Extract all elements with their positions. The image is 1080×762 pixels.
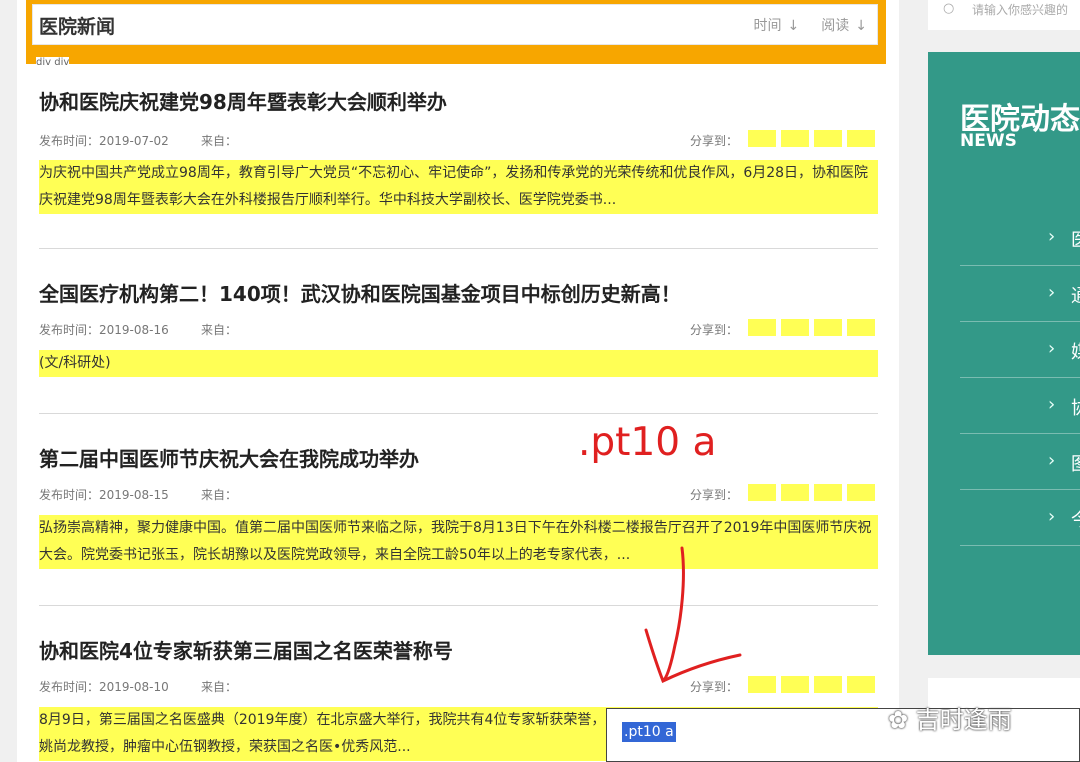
chevron-right-icon: › <box>1048 226 1056 247</box>
hospital-news-panel: 医院动态 NEWS ›医 ›通 ›媒 ›协 ›图 ›今 <box>928 52 1080 655</box>
panel-nav-label: 媒 <box>1071 338 1080 364</box>
panel-nav-item[interactable]: ›通 <box>960 266 1080 322</box>
chevron-right-icon: › <box>1048 282 1056 303</box>
chevron-right-icon: › <box>1048 450 1056 471</box>
panel-subtitle: NEWS <box>960 131 1017 151</box>
panel-nav-label: 协 <box>1071 394 1080 420</box>
annotation-arrow-icon <box>644 546 742 684</box>
search-icon: ○ <box>943 1 955 16</box>
chevron-right-icon: › <box>1048 506 1056 527</box>
chevron-right-icon: › <box>1048 338 1056 359</box>
search-box[interactable]: ○ 请输入你感兴趣的 <box>928 0 1080 30</box>
selected-selector-text: .pt10 a <box>622 722 676 742</box>
watermark-text: 吉时逢雨 <box>915 706 1012 734</box>
panel-nav-item[interactable]: ›今 <box>960 490 1080 546</box>
search-input[interactable]: 请输入你感兴趣的 <box>972 1 1068 18</box>
chevron-right-icon: › <box>1048 394 1056 415</box>
wechat-watermark: ✿ 吉时逢雨 <box>888 700 1012 735</box>
panel-nav-label: 图 <box>1071 450 1080 476</box>
panel-nav-label: 今 <box>1071 506 1080 532</box>
panel-nav-item[interactable]: ›媒 <box>960 322 1080 378</box>
panel-nav-item[interactable]: ›医 <box>960 210 1080 266</box>
wechat-icon: ✿ <box>888 706 909 734</box>
panel-nav-label: 通 <box>1071 282 1080 308</box>
panel-nav-label: 医 <box>1071 226 1080 252</box>
panel-nav-item[interactable]: ›协 <box>960 378 1080 434</box>
panel-nav-item[interactable]: ›图 <box>960 434 1080 490</box>
